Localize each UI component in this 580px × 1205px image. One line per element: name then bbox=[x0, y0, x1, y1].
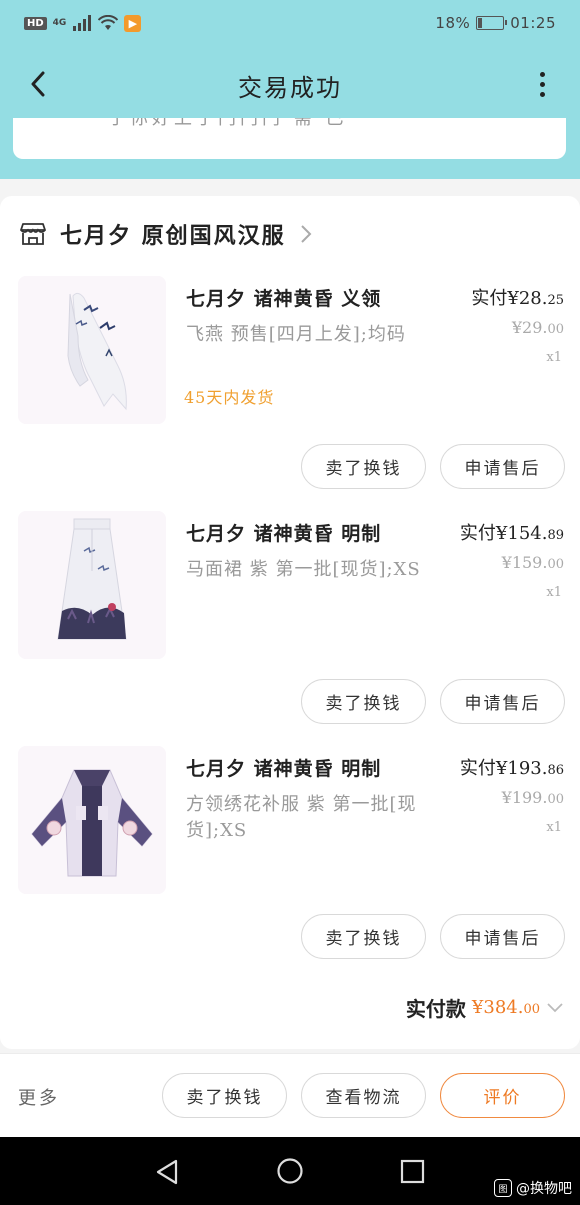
skirt-image bbox=[18, 511, 166, 659]
after-sales-button[interactable]: 申请售后 bbox=[440, 914, 565, 959]
review-button[interactable]: 评价 bbox=[440, 1073, 565, 1118]
total-paid[interactable]: 实付款 ¥384.00 bbox=[406, 993, 564, 1022]
back-button[interactable] bbox=[22, 68, 54, 100]
paid-decimals: 86 bbox=[547, 763, 564, 778]
paid-price: 实付¥154.89 bbox=[460, 519, 564, 545]
status-card-text: 于你好上于门门门 需 已 bbox=[108, 118, 348, 129]
bottom-action-bar: 更多 卖了换钱 查看物流 评价 bbox=[0, 1053, 580, 1137]
sell-for-cash-button[interactable]: 卖了换钱 bbox=[301, 914, 426, 959]
product-title: 七月夕 诸神黄昏 义领 bbox=[186, 288, 382, 310]
jacket-image bbox=[18, 746, 166, 894]
original-price: ¥159.00 bbox=[502, 553, 564, 572]
product-image[interactable] bbox=[18, 511, 166, 659]
shop-header[interactable]: 七月夕 原创国风汉服 bbox=[20, 218, 312, 250]
product-title: 七月夕 诸神黄昏 明制 bbox=[186, 758, 382, 780]
paid-label: 实付 bbox=[471, 288, 508, 309]
view-logistics-button[interactable]: 查看物流 bbox=[301, 1073, 426, 1118]
signal-icon bbox=[73, 15, 92, 31]
original-decimals: 00 bbox=[547, 557, 564, 572]
original-amount: ¥29. bbox=[511, 318, 548, 337]
quantity: x1 bbox=[546, 820, 562, 835]
quantity: x1 bbox=[546, 585, 562, 600]
battery-level bbox=[478, 18, 483, 28]
app-notification-icon: ▶ bbox=[124, 14, 142, 32]
paid-amount: ¥154. bbox=[495, 523, 548, 544]
order-item: 七月夕 诸神黄昏 明制 马面裙 紫 第一批[现货];XS 实付¥154.89 ¥… bbox=[0, 511, 580, 747]
after-sales-button[interactable]: 申请售后 bbox=[440, 444, 565, 489]
more-dot-icon bbox=[539, 91, 545, 97]
original-decimals: 00 bbox=[547, 322, 564, 337]
paid-decimals: 89 bbox=[547, 528, 564, 543]
scarf-collar-image bbox=[18, 276, 166, 424]
original-amount: ¥199. bbox=[501, 788, 548, 807]
paid-amount: ¥193. bbox=[495, 758, 548, 779]
original-amount: ¥159. bbox=[501, 553, 548, 572]
paid-price: 实付¥28.25 bbox=[471, 284, 564, 310]
order-card: 七月夕 原创国风汉服 七月夕 诸神黄昏 义领 飞燕 预售[四月上发];均码 45… bbox=[0, 196, 580, 1049]
product-spec: 方领绣花补服 紫 第一批[现货];XS bbox=[186, 794, 417, 841]
page-title: 交易成功 bbox=[238, 73, 342, 102]
clock: 01:25 bbox=[510, 14, 556, 32]
more-dot-icon bbox=[539, 71, 545, 77]
product-image[interactable] bbox=[18, 276, 166, 424]
battery-percent: 18% bbox=[435, 14, 471, 32]
watermark: 图 @换物吧 bbox=[494, 1178, 572, 1198]
chevron-down-icon bbox=[547, 1002, 563, 1012]
watermark-text: @换物吧 bbox=[516, 1181, 572, 1197]
sell-for-cash-button[interactable]: 卖了换钱 bbox=[301, 679, 426, 724]
paid-label: 实付 bbox=[459, 523, 496, 544]
watermark-logo-icon: 图 bbox=[494, 1179, 512, 1197]
shop-name: 七月夕 原创国风汉服 bbox=[60, 223, 286, 249]
original-price: ¥199.00 bbox=[502, 788, 564, 807]
total-decimals: 00 bbox=[523, 1002, 540, 1017]
system-nav-bar bbox=[0, 1137, 580, 1205]
status-bar: HD 4G ▶ 18% 01:25 bbox=[0, 0, 580, 46]
shipping-note: 45天内发货 bbox=[184, 388, 275, 407]
original-decimals: 00 bbox=[547, 792, 564, 807]
paid-label: 实付 bbox=[459, 758, 496, 779]
product-spec: 飞燕 预售[四月上发];均码 bbox=[186, 324, 406, 345]
paid-price: 实付¥193.86 bbox=[460, 754, 564, 780]
battery-icon bbox=[476, 16, 508, 30]
store-icon bbox=[20, 223, 46, 245]
order-item: 七月夕 诸神黄昏 义领 飞燕 预售[四月上发];均码 45天内发货 实付¥28.… bbox=[0, 276, 580, 512]
total-main: ¥384. bbox=[471, 997, 524, 1018]
product-spec: 马面裙 紫 第一批[现货];XS bbox=[186, 559, 421, 580]
more-options-button[interactable] bbox=[526, 68, 558, 100]
paid-amount: ¥28. bbox=[507, 288, 548, 309]
back-triangle-icon[interactable] bbox=[154, 1158, 180, 1186]
order-item: 七月夕 诸神黄昏 明制 方领绣花补服 紫 第一批[现货];XS 实付¥193.8… bbox=[0, 746, 580, 982]
total-amount: ¥384.00 bbox=[472, 997, 540, 1018]
after-sales-button[interactable]: 申请售后 bbox=[440, 679, 565, 724]
total-label: 实付款 bbox=[405, 997, 466, 1021]
product-image[interactable] bbox=[18, 746, 166, 894]
recents-square-icon[interactable] bbox=[400, 1159, 426, 1185]
more-link[interactable]: 更多 bbox=[18, 1084, 60, 1110]
sell-for-cash-button[interactable]: 卖了换钱 bbox=[162, 1073, 287, 1118]
paid-decimals: 25 bbox=[547, 293, 564, 308]
product-title: 七月夕 诸神黄昏 明制 bbox=[186, 523, 382, 545]
home-circle-icon[interactable] bbox=[276, 1157, 304, 1185]
network-type: 4G bbox=[52, 18, 67, 28]
wifi-icon bbox=[98, 15, 119, 30]
sell-for-cash-button[interactable]: 卖了换钱 bbox=[301, 444, 426, 489]
chevron-left-icon bbox=[31, 71, 45, 97]
more-dot-icon bbox=[539, 81, 545, 87]
order-status-card: 于你好上于门门门 需 已 bbox=[13, 118, 566, 159]
hd-badge: HD bbox=[24, 16, 47, 30]
nav-bar: 交易成功 bbox=[0, 46, 580, 124]
quantity: x1 bbox=[546, 350, 562, 365]
chevron-right-icon bbox=[300, 225, 312, 243]
original-price: ¥29.00 bbox=[512, 318, 564, 337]
